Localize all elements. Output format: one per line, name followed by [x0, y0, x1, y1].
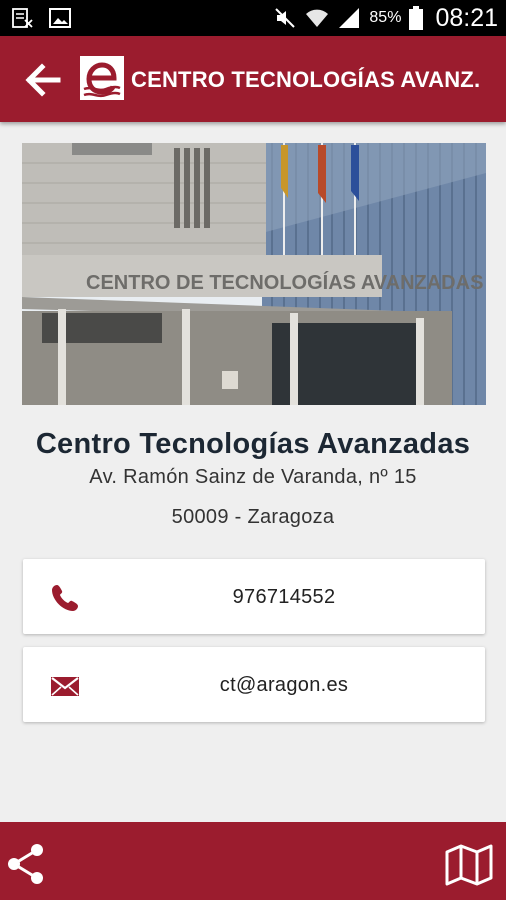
battery-percent: 85%	[369, 9, 402, 26]
status-right: 85% 08:21	[273, 4, 498, 32]
screenshot-icon	[12, 8, 33, 28]
address: Av. Ramón Sainz de Varanda, nº 15	[89, 466, 417, 488]
arrow-left-icon[interactable]	[22, 60, 62, 100]
building-photo: CENTRO DE TECNOLOGÍAS AVANZADAS	[22, 143, 486, 405]
email-card[interactable]: ct@aragon.es	[23, 647, 485, 722]
status-left	[10, 6, 72, 30]
image-icon	[49, 8, 71, 28]
app-bar: CENTRO TECNOLOGÍAS AVANZ...	[0, 36, 506, 122]
email-address: ct@aragon.es	[219, 674, 349, 696]
app-logo	[80, 56, 124, 100]
center-name: Centro Tecnologías Avanzadas	[35, 428, 471, 460]
wifi-icon	[306, 9, 329, 27]
mute-icon	[275, 8, 296, 28]
clock: 08:21	[435, 3, 498, 32]
signal-icon	[339, 8, 360, 28]
mail-icon	[51, 677, 79, 696]
building-sign-text: CENTRO DE TECNOLOGÍAS AVANZADAS	[86, 271, 483, 294]
bottom-bar	[0, 822, 506, 900]
phone-number: 976714552	[232, 586, 336, 608]
battery-icon	[409, 6, 424, 30]
status-bar: 85% 08:21	[0, 0, 506, 36]
postal-code: 50009 - Zaragoza	[171, 506, 335, 528]
page-title: CENTRO TECNOLOGÍAS AVANZ...	[131, 67, 481, 92]
phone-card[interactable]: 976714552	[23, 559, 485, 634]
building-illustration: CENTRO DE TECNOLOGÍAS AVANZADAS	[22, 143, 486, 405]
phone-icon	[52, 585, 78, 611]
share-icon[interactable]	[5, 842, 47, 886]
map-icon[interactable]	[445, 844, 493, 886]
